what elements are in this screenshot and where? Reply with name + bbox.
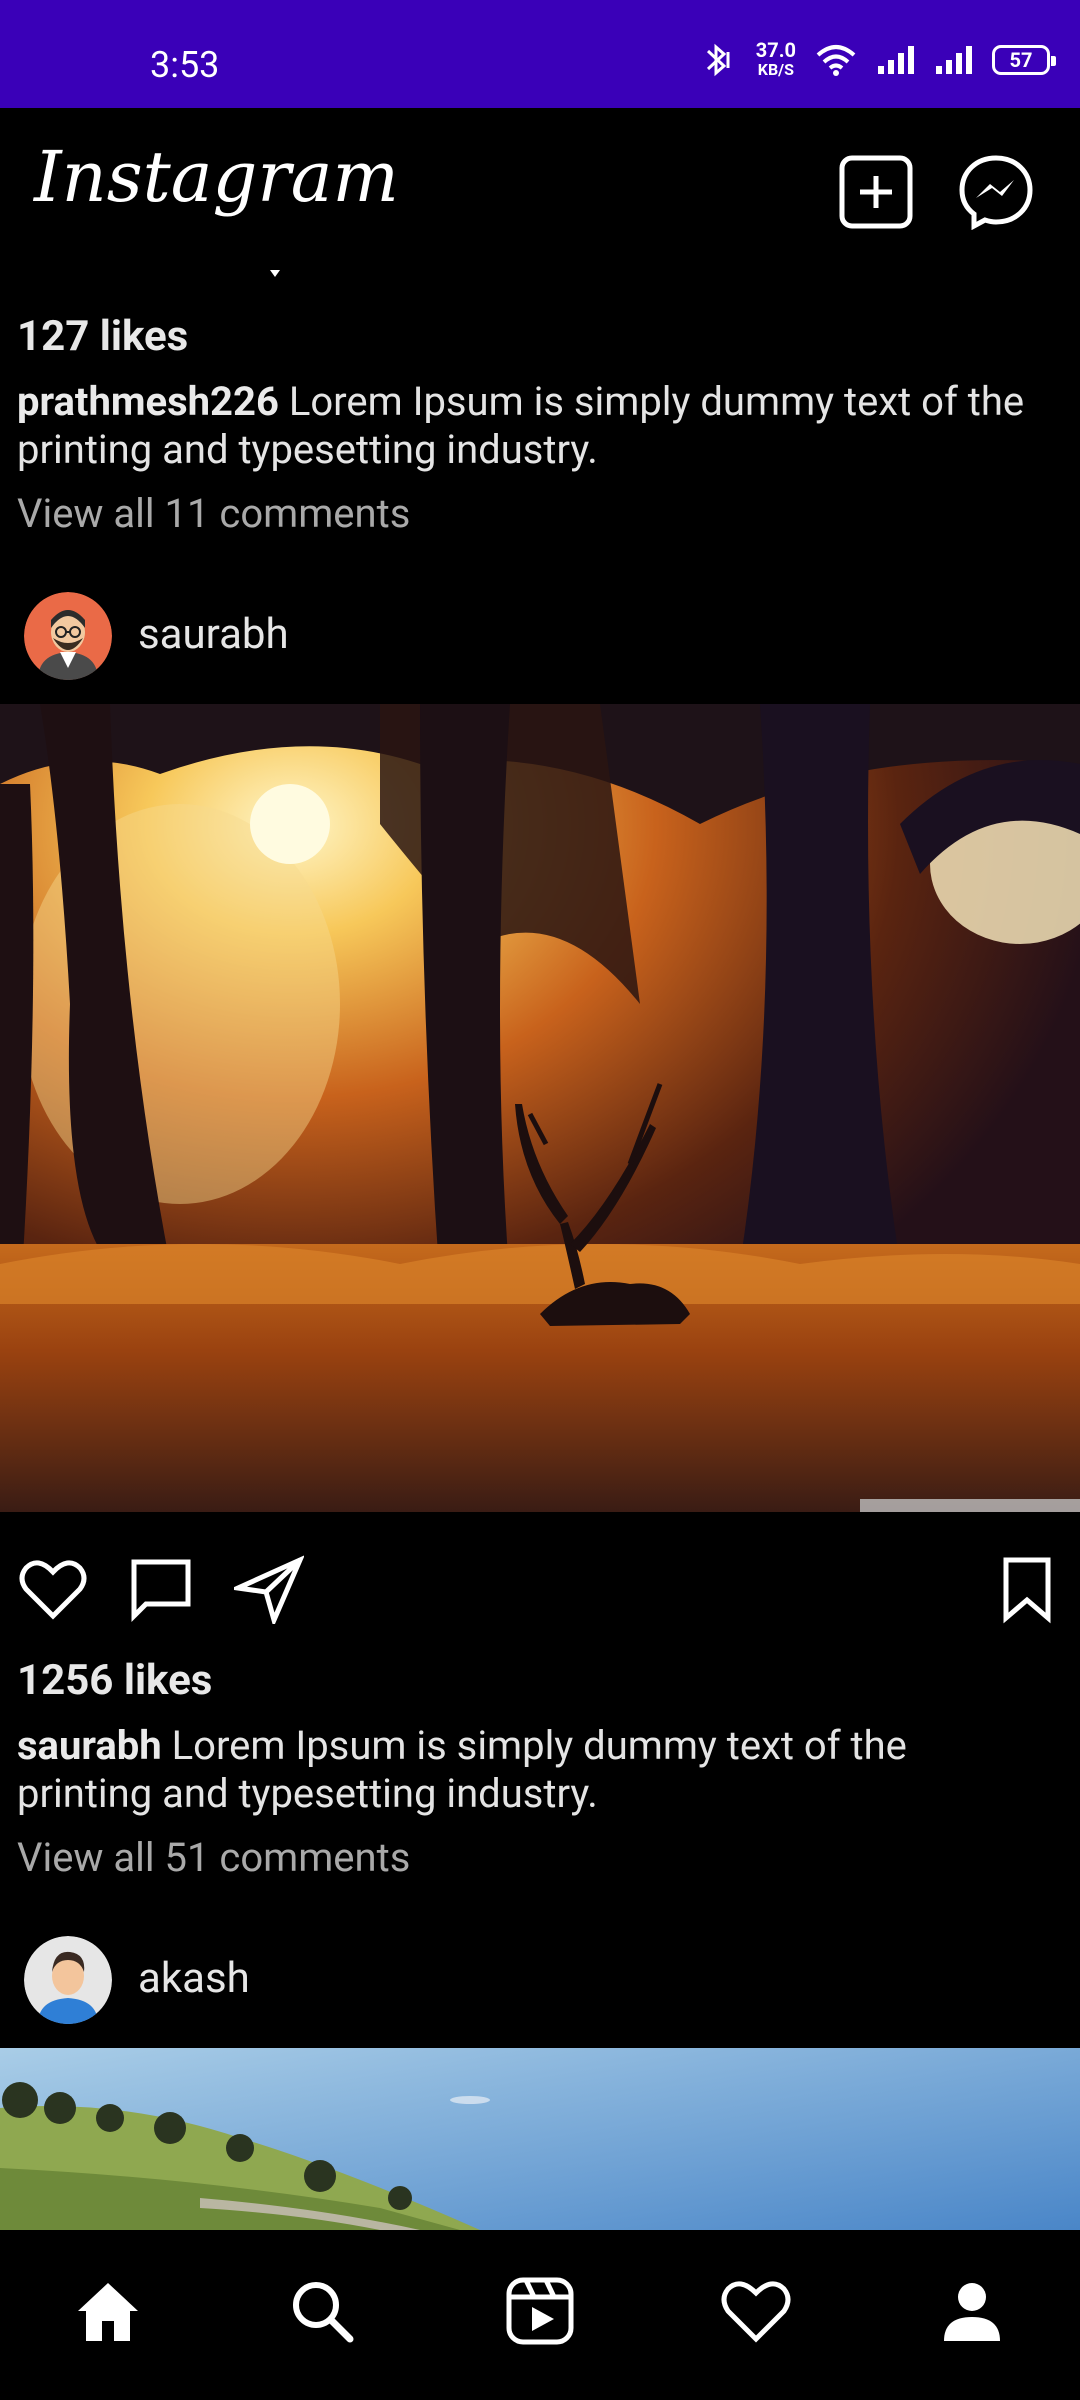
post-2-likes[interactable]: 1256 likes [17,1656,212,1705]
reels-icon[interactable] [504,2275,576,2347]
new-post-icon[interactable] [838,154,914,230]
avatar-man-glasses-icon [24,592,112,680]
wifi-icon [816,45,856,76]
battery-indicator: 57 [992,45,1056,75]
post-1-caption: prathmesh226 Lorem Ipsum is simply dummy… [17,378,1037,474]
post-3-header: akash [0,1922,1080,2042]
bottom-navigation [0,2230,1080,2400]
net-speed-value: 37.0 [755,38,796,62]
net-speed: 37.0 KB/S [756,40,796,80]
share-send-icon[interactable] [234,1554,304,1624]
like-heart-icon[interactable] [18,1554,88,1624]
post-2-caption: saurabh Lorem Ipsum is simply dummy text… [17,1722,1037,1818]
post-2-header: saurabh [0,578,1080,698]
post-2-username[interactable]: saurabh [138,610,289,659]
post-1-view-comments[interactable]: View all 11 comments [17,490,410,537]
post-3-image[interactable] [0,2048,1080,2230]
signal-icon-1 [878,46,914,74]
forest-deer-sunset-image [0,704,1080,1512]
bookmark-icon[interactable] [992,1554,1062,1624]
post-2-avatar[interactable] [24,592,112,680]
bluetooth-icon [706,43,730,77]
post-2-image[interactable] [0,704,1080,1512]
post-3-username[interactable]: akash [138,1954,250,2003]
search-icon[interactable] [286,2275,358,2347]
signal-icon-2 [936,46,972,74]
landscape-hills-image [0,2048,1080,2230]
app-bar: Instagram [0,108,1080,276]
avatar-man-icon [24,1936,112,2024]
status-icons: 37.0 KB/S 57 [698,40,1056,80]
post-2-caption-author[interactable]: saurabh [17,1722,162,1769]
truncated-dropdown-caret [270,270,280,277]
status-bar: 3:53 37.0 KB/S 57 [0,0,1080,108]
status-time: 3:53 [150,44,220,86]
post-1-likes[interactable]: 127 likes [17,312,188,361]
profile-icon[interactable] [936,2275,1008,2347]
messenger-icon[interactable] [958,154,1034,230]
post-1-caption-author[interactable]: prathmesh226 [17,378,279,425]
activity-heart-icon[interactable] [720,2275,792,2347]
post-2-view-comments[interactable]: View all 51 comments [17,1834,410,1881]
net-speed-unit: KB/S [757,60,794,79]
post-3-avatar[interactable] [24,1936,112,2024]
instagram-logo[interactable]: Instagram [34,136,399,218]
home-icon[interactable] [72,2275,144,2347]
comment-icon[interactable] [126,1554,196,1624]
